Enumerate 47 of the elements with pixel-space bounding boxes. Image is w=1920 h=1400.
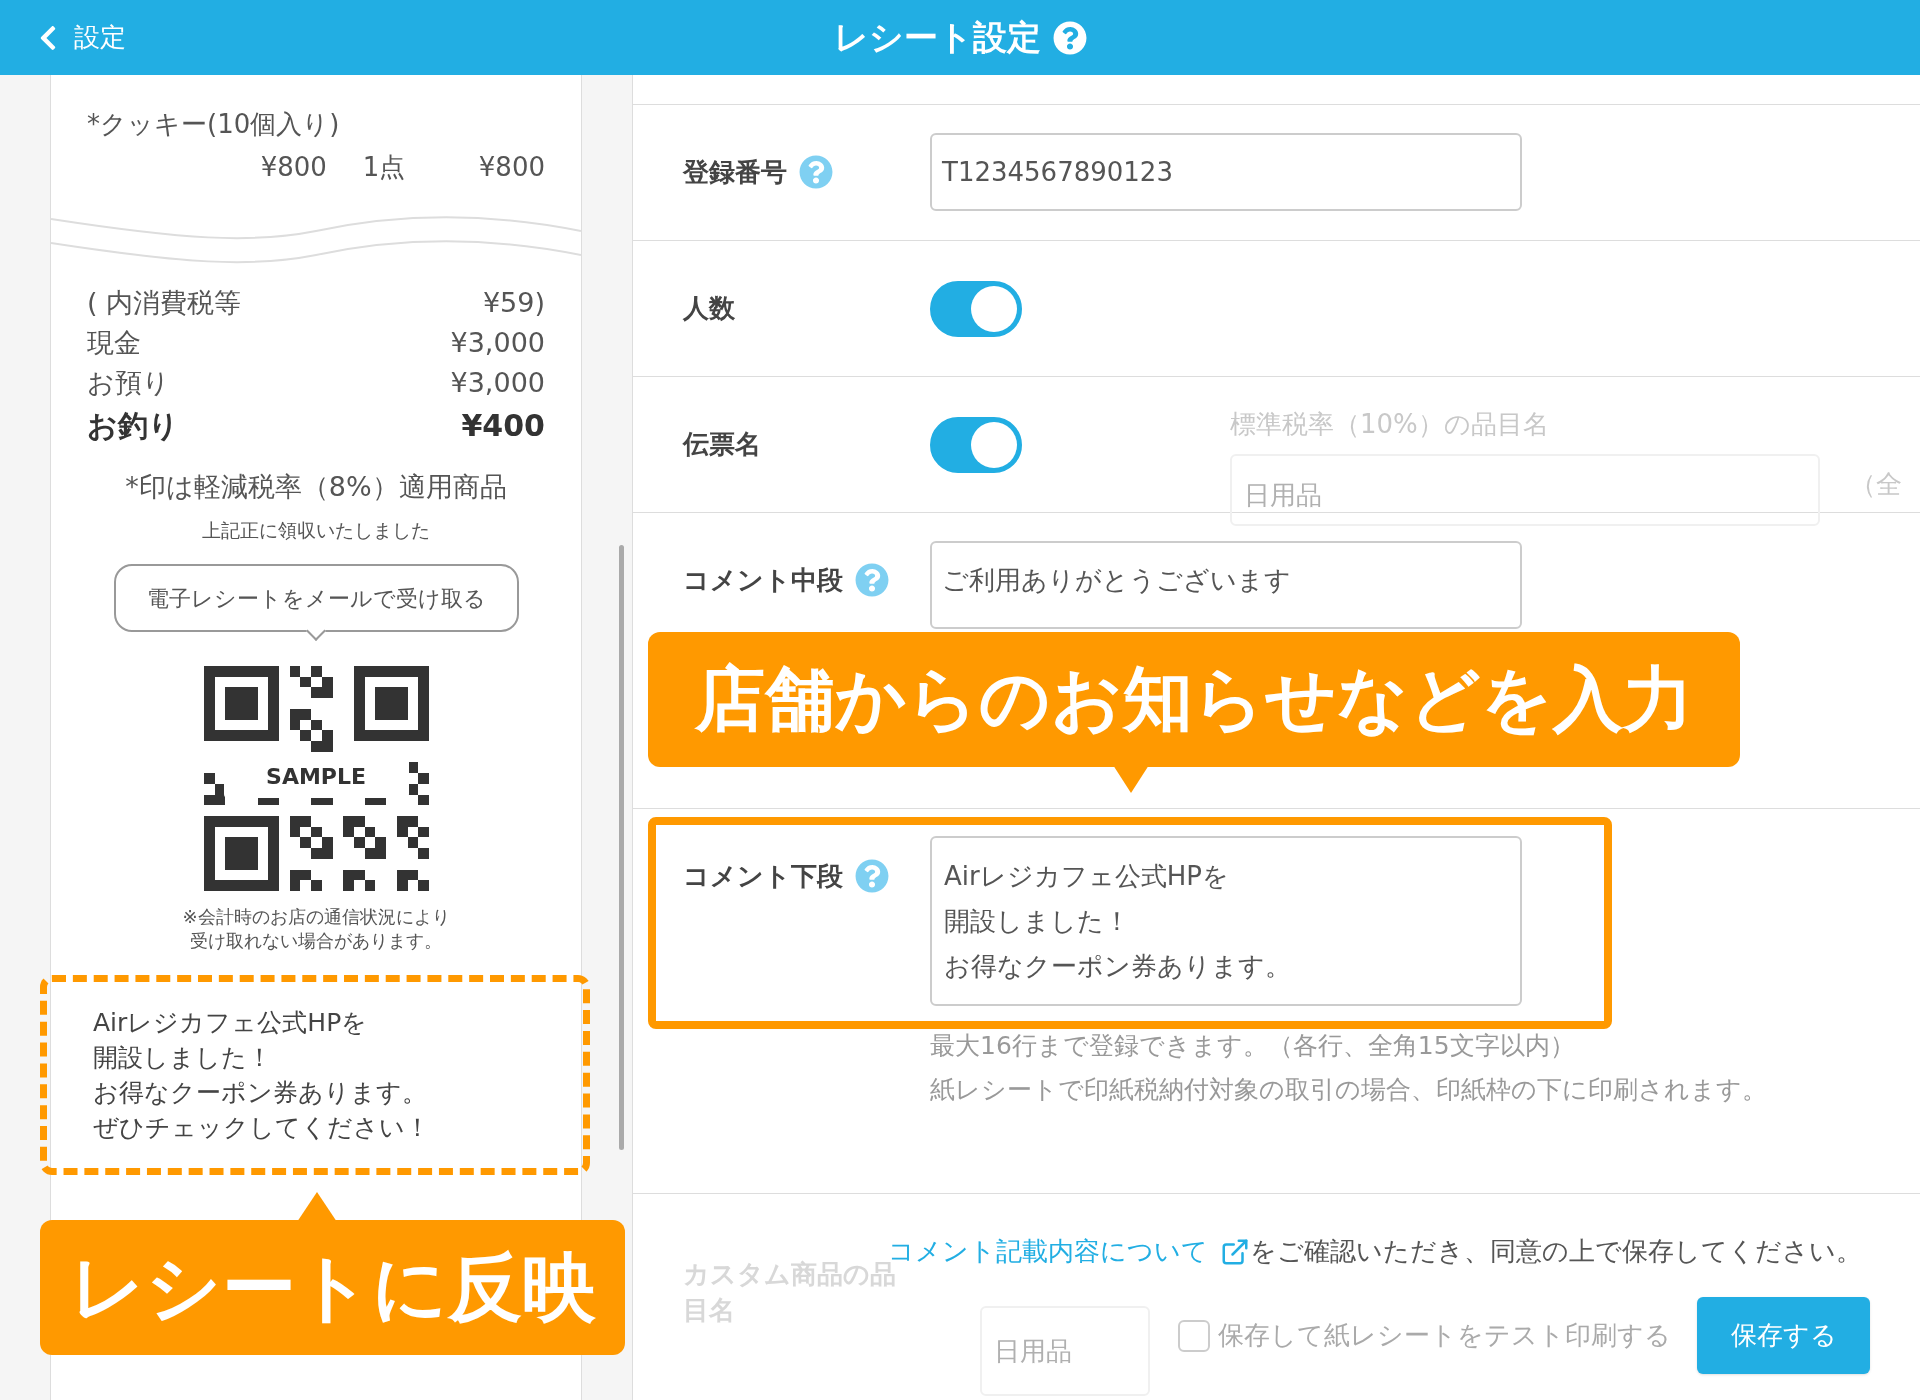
setting-label: コメント下段 xyxy=(683,859,843,893)
item-price: ¥800 xyxy=(260,151,327,184)
help-icon[interactable] xyxy=(799,155,833,189)
item-quantity: 1点 xyxy=(362,151,407,184)
ghost-field: 日用品 xyxy=(1230,454,1820,526)
page-title: レシート設定 xyxy=(833,16,1041,59)
receipt-comment-line: Airレジカフェ公式HPを xyxy=(93,1007,369,1039)
comment-field[interactable]: Airレジカフェ公式HPを 開設しました！ お得なクーポン券あります。 xyxy=(930,836,1522,1006)
callout-text: 店舗からのお知らせなどを入力 xyxy=(695,657,1693,742)
help-icon[interactable] xyxy=(1052,20,1087,55)
network-note: ※会計時のお店の通信状況により xyxy=(182,905,450,929)
email-receipt-button[interactable]: 電子レシートをメールで受け取る xyxy=(113,564,519,632)
text-field[interactable]: ご利用ありがとうございます xyxy=(930,541,1522,629)
reduced-tax-note: *印は軽減税率（8%）適用商品 xyxy=(125,470,507,504)
total-label: お預り xyxy=(87,366,170,400)
total-value: ¥3,000 xyxy=(450,366,545,400)
hint-text: 最大16行まで登録できます。（各行、全角15文字以内） xyxy=(930,1030,1576,1062)
setting-label: 伝票名 xyxy=(683,428,761,461)
callout-text: レシートに反映 xyxy=(69,1243,596,1332)
total-label: 現金 xyxy=(87,326,141,360)
network-note: 受け取れない場合があります。 xyxy=(190,929,442,953)
help-icon[interactable] xyxy=(855,859,889,893)
total-value: ¥3,000 xyxy=(450,326,545,360)
hint-text: 紙レシートで印紙税納付対象の取引の場合、印紙枠の下に印刷されます。 xyxy=(930,1074,1768,1106)
total-value: ¥59) xyxy=(482,286,545,320)
notice-text: をご確認いただき、同意の上で保存してください。 xyxy=(1250,1235,1862,1268)
received-note: 上記正に領収いたしました xyxy=(202,517,430,543)
external-link-icon xyxy=(1220,1236,1250,1267)
item-total: ¥800 xyxy=(478,151,545,184)
help-icon[interactable] xyxy=(855,563,889,597)
receipt-comment-line: 開設しました！ xyxy=(93,1042,273,1074)
toggle-switch[interactable] xyxy=(930,280,1022,337)
total-label: ( 内消費税等 xyxy=(87,286,242,320)
setting-label: 登録番号 xyxy=(683,155,787,189)
text-field[interactable]: T1234567890123 xyxy=(930,133,1522,211)
total-value: ¥400 xyxy=(461,407,545,445)
checkbox-label: 保存して紙レシートをテスト印刷する xyxy=(1218,1319,1671,1352)
back-icon xyxy=(38,23,58,52)
receipt-comment-line: ぜひチェックしてください！ xyxy=(93,1112,430,1144)
setting-label: コメント中段 xyxy=(683,563,843,597)
ghost-field: 日用品 xyxy=(980,1306,1150,1396)
setting-label: 人数 xyxy=(683,292,735,325)
item-name: *クッキー(10個入り) xyxy=(87,108,341,141)
toggle-switch[interactable] xyxy=(930,416,1022,473)
total-label: お釣り xyxy=(87,407,179,445)
checkbox[interactable] xyxy=(1178,1319,1210,1352)
receipt-comment-line: お得なクーポン券あります。 xyxy=(93,1077,428,1109)
